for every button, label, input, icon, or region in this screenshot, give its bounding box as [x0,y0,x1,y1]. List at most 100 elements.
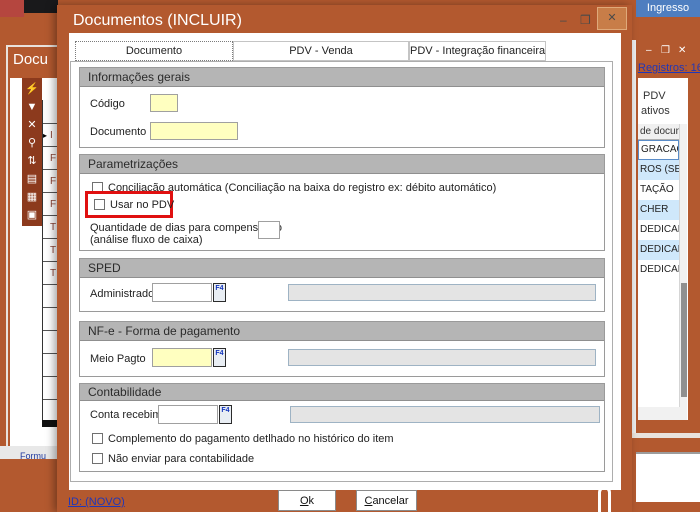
section-title: NF-e - Forma de pagamento [80,322,604,341]
list-item[interactable]: CHER [638,200,679,220]
list-item[interactable]: DEDICADO [638,220,679,240]
right-window-bottom-border [630,433,700,438]
minimize-button[interactable]: – [560,13,567,27]
background-grid-footer [42,420,58,427]
conta-recebimento-description-field [290,406,600,423]
section-title: Informações gerais [80,68,604,87]
table-row[interactable]: ▸ I [43,124,58,147]
tab-strip: Documento PDV - Venda PDV - Integração f… [75,41,546,61]
complemento-checkbox[interactable] [92,433,103,444]
right-minimize-button[interactable]: – [646,44,652,57]
tab[interactable]: Documento [75,41,233,61]
sort-icon[interactable]: ⇅ [24,154,40,168]
section-title: Parametrizações [80,155,604,174]
ingresso-label: Ingresso [647,2,689,14]
administradora-description-field [288,284,596,301]
row-text: F [50,153,56,164]
row-marker-icon: ▸ [43,131,50,140]
conta-recebimento-lookup-button[interactable]: F4 [219,405,232,424]
right-maximize-button[interactable]: ❒ [661,44,670,57]
background-status-bar: Formu [0,446,58,459]
tab[interactable]: PDV - Venda [233,41,409,61]
clear-filter-icon[interactable]: ✕ [24,118,40,132]
right-clipped-label-ativos: ativos [641,105,670,117]
background-black-block [24,0,58,13]
nao-enviar-checkbox[interactable] [92,453,103,464]
table-row[interactable] [43,308,58,331]
ingresso-titlebar: Ingresso [636,0,700,17]
conta-recebimento-input[interactable] [158,405,218,424]
row-text: F [50,176,56,187]
tab[interactable]: PDV - Integração financeira [409,41,546,61]
meio-pagto-description-field [288,349,596,366]
list-item[interactable]: DEDICADO [638,240,679,260]
registros-link[interactable]: Registros: 16 [638,62,698,74]
background-red-block [0,0,24,17]
section-title: SPED [80,259,604,278]
section-informacoes-gerais: Informações gerais Código Documento [79,67,605,148]
section-parametrizacoes: Parametrizações Conciliação automática (… [79,154,605,251]
calculator-icon[interactable]: ▦ [24,190,40,204]
table-row[interactable]: T [43,216,58,239]
table-row[interactable]: F [43,147,58,170]
table-row[interactable]: F [43,170,58,193]
meio-pagto-lookup-button[interactable]: F4 [213,348,226,367]
background-status-link[interactable]: Formu [20,451,46,459]
table-row[interactable] [43,285,58,308]
background-grid: ▸ I F F F [42,100,58,427]
codigo-input[interactable] [150,94,178,112]
background-window-title: Docu [13,51,48,68]
right-scrollbar-thumb[interactable] [681,283,687,397]
row-text: F [50,199,56,210]
right-clipped-label-pdv: PDV [643,90,666,102]
dias-compensacao-input[interactable] [258,221,280,239]
right-close-button[interactable]: ✕ [678,44,686,57]
nao-enviar-label: Não enviar para contabilidade [108,453,254,465]
complemento-label: Complemento do pagamento detlhado no his… [108,433,394,445]
ok-button[interactable]: Ok [278,490,336,511]
right-grid-rows: GRACAO ROS (SEM TAÇÃO CHER DEDICADO DEDI… [638,140,679,280]
refresh-icon[interactable]: ⚡ [24,82,40,96]
administradora-lookup-button[interactable]: F4 [213,283,226,302]
table-row[interactable] [43,354,58,377]
usar-no-pdv-checkbox[interactable] [94,199,105,210]
row-text: T [50,222,56,233]
maximize-button[interactable]: ❒ [580,13,591,27]
background-grid-rows: ▸ I F F F [43,124,58,423]
dialog-title: Documentos (INCLUIR) [73,12,242,30]
documento-label: Documento [90,126,146,138]
background-grid-header [43,100,58,124]
row-text: I [50,130,53,141]
usar-no-pdv-label: Usar no PDV [110,199,174,211]
dialog-body: Documento PDV - Venda PDV - Integração f… [69,33,621,490]
zoom-icon[interactable]: ⚲ [24,136,40,150]
list-item[interactable]: ROS (SEM [638,160,679,180]
list-item[interactable]: DEDICADO [638,260,679,280]
table-row[interactable]: F [43,193,58,216]
red-highlight-annotation: Usar no PDV [85,191,173,218]
table-row[interactable] [43,377,58,400]
close-button[interactable]: ✕ [597,7,627,30]
codigo-label: Código [90,98,125,110]
print-icon[interactable]: ▤ [24,172,40,186]
meio-pagto-label: Meio Pagto [90,353,146,365]
table-row[interactable]: T [43,239,58,262]
cancel-button[interactable]: Cancelar [356,490,417,511]
filter-icon[interactable]: ▼ [24,100,40,114]
documentos-incluir-dialog: Documentos (INCLUIR) – ❒ ✕ Documento PDV… [57,5,632,512]
administradora-input[interactable] [152,283,212,302]
table-row[interactable] [43,331,58,354]
right-grid-column-header[interactable]: de docun [638,124,679,140]
left-toolbar: ⚡ ▼ ✕ ⚲ ⇅ ▤ ▦ ▣ [22,78,42,226]
table-row[interactable]: T [43,262,58,285]
section-sped: SPED Administradora F4 [79,258,605,312]
meio-pagto-input[interactable] [152,348,212,367]
dias-compensacao-label: Quantidade de dias para compensação(anál… [90,222,282,246]
section-title: Contabilidade [80,384,604,401]
list-item[interactable]: GRACAO [638,140,679,160]
list-item[interactable]: TAÇÃO [638,180,679,200]
save-icon[interactable]: ▣ [24,208,40,222]
right-scrollbar[interactable] [679,124,687,420]
documento-input[interactable] [150,122,238,140]
id-novo-link[interactable]: ID: (NOVO) [68,496,125,508]
